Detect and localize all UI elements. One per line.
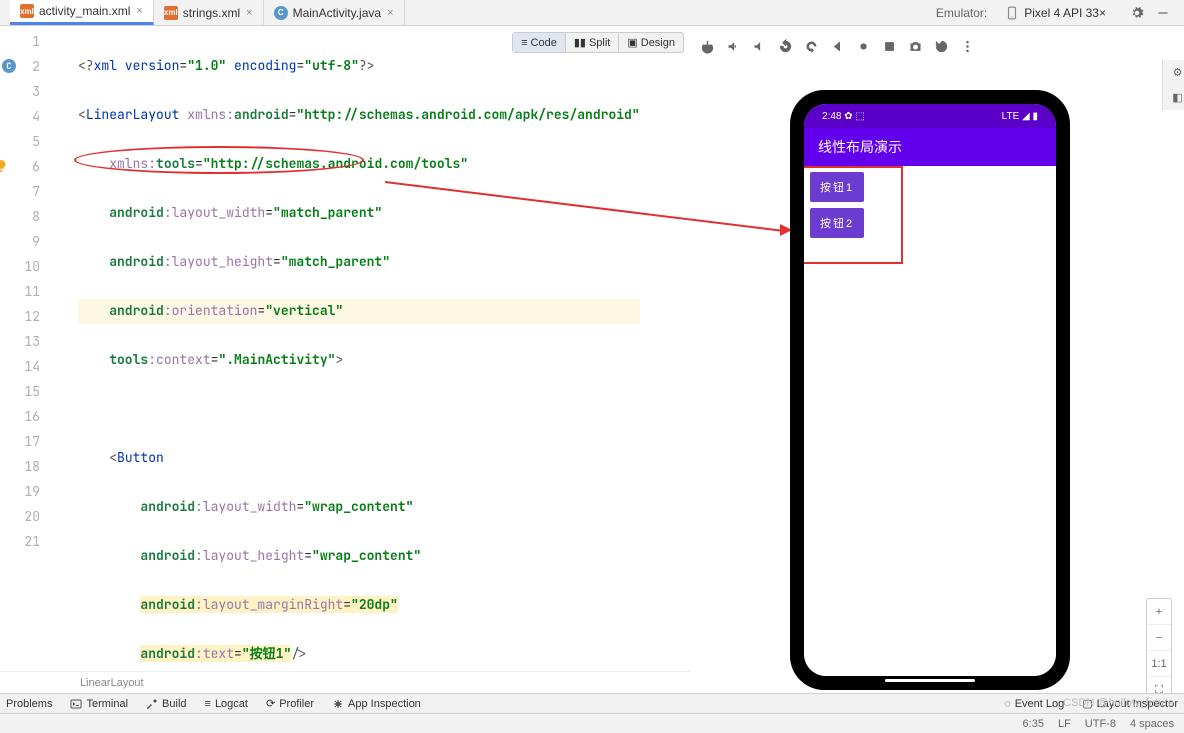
tab-label: strings.xml [183,6,240,20]
phone-icon [1005,6,1019,20]
minimize-icon[interactable] [1156,6,1170,20]
view-mode-code[interactable]: ≡Code [513,33,566,52]
status-bar: 2:48 ✿ ⬚ LTE ◢ ▮ [804,104,1056,128]
indent[interactable]: 4 spaces [1130,718,1174,730]
power-icon[interactable] [700,39,715,54]
tool-logcat[interactable]: ≡Logcat [205,698,248,710]
home-icon[interactable] [856,39,871,54]
gear-icon[interactable] [1130,6,1144,20]
tab-strings[interactable]: xml strings.xml × [154,0,264,25]
emulator-pane: 2:48 ✿ ⬚ LTE ◢ ▮ 线性布局演示 按钮1 按钮2 + − 1:1 … [690,26,1184,693]
device-screen[interactable]: 2:48 ✿ ⬚ LTE ◢ ▮ 线性布局演示 按钮1 按钮2 [804,104,1056,676]
tab-activity-main[interactable]: xml activity_main.xml × [10,0,154,25]
overview-icon[interactable] [882,39,897,54]
xml-file-icon: xml [20,4,34,18]
close-icon[interactable]: × [246,7,252,19]
bottom-tool-bar: Problems Terminal Build ≡Logcat ⟳Profile… [0,693,1184,713]
bug-icon [332,698,344,710]
tool-profiler[interactable]: ⟳Profiler [266,697,314,710]
tool-build[interactable]: Build [146,698,186,710]
close-icon[interactable]: × [136,5,142,17]
volume-down-icon[interactable] [752,39,767,54]
zoom-controls: + − 1:1 ⛶ [1146,598,1172,704]
line-number-gutter: 1 C2 345 6 78910 11121314 15161718 19202… [0,26,48,671]
more-vert-icon[interactable] [960,39,975,54]
undo-restart-icon[interactable] [934,39,949,54]
back-icon[interactable] [830,39,845,54]
encoding[interactable]: UTF-8 [1085,718,1116,730]
close-icon[interactable]: × [1099,6,1106,20]
line-sep[interactable]: LF [1058,718,1071,730]
lightbulb-icon[interactable] [0,159,8,173]
view-mode-toggle: ≡Code ▮▮Split ▣Design [512,32,684,53]
zoom-in-button[interactable]: + [1147,599,1171,625]
annotation-red-box [804,166,903,264]
app-body: 按钮1 按钮2 [804,166,1056,676]
right-tool-icon[interactable]: ⚙ [1163,66,1184,79]
zoom-out-button[interactable]: − [1147,625,1171,651]
emulator-device-tab[interactable]: Pixel 4 API 33 × [995,0,1116,25]
watermark: CSDN @hollow_future [1063,697,1174,709]
zoom-1to1-button[interactable]: 1:1 [1147,651,1171,677]
xml-file-icon: xml [164,6,178,20]
volume-up-icon[interactable] [726,39,741,54]
device-name: Pixel 4 API 33 [1024,6,1099,20]
top-right-icons [1116,6,1184,20]
right-tool-icon[interactable]: ◧ [1163,91,1184,104]
tool-app-inspection[interactable]: App Inspection [332,698,421,710]
emulator-toolbar [694,34,1174,58]
rotate-right-icon[interactable] [804,39,819,54]
app-bar: 线性布局演示 [804,128,1056,166]
tab-label: activity_main.xml [39,4,130,18]
tab-mainactivity[interactable]: C MainActivity.java × [264,0,405,25]
terminal-icon [70,698,82,710]
class-gutter-icon[interactable]: C [2,59,16,73]
breadcrumb[interactable]: LinearLayout [0,671,690,693]
tool-event-log[interactable]: ◌Event Log [1004,697,1064,710]
tool-problems[interactable]: Problems [6,698,52,710]
right-vertical-tab-strip: ⚙ ◧ [1162,60,1184,110]
emulator-label: Emulator: [928,6,995,20]
code-area[interactable]: 1 C2 345 6 78910 11121314 15161718 19202… [0,26,690,671]
tab-label: MainActivity.java [293,6,381,20]
tool-terminal[interactable]: Terminal [70,698,128,710]
file-tab-bar: xml activity_main.xml × xml strings.xml … [0,0,1184,26]
caret-position[interactable]: 6:35 [1023,718,1044,730]
view-mode-design[interactable]: ▣Design [619,33,683,52]
status-bar-bottom: 6:35 LF UTF-8 4 spaces [0,713,1184,733]
screenshot-icon[interactable] [908,39,923,54]
code-text[interactable]: <?xml version="1.0" encoding="utf-8"?> <… [48,26,640,671]
rotate-left-icon[interactable] [778,39,793,54]
hammer-icon [146,698,158,710]
view-mode-split[interactable]: ▮▮Split [566,33,620,52]
close-icon[interactable]: × [387,7,393,19]
code-editor-pane: ≡Code ▮▮Split ▣Design 1 C2 345 6 78910 1… [0,26,690,693]
class-file-icon: C [274,6,288,20]
device-frame: 2:48 ✿ ⬚ LTE ◢ ▮ 线性布局演示 按钮1 按钮2 [790,90,1070,690]
